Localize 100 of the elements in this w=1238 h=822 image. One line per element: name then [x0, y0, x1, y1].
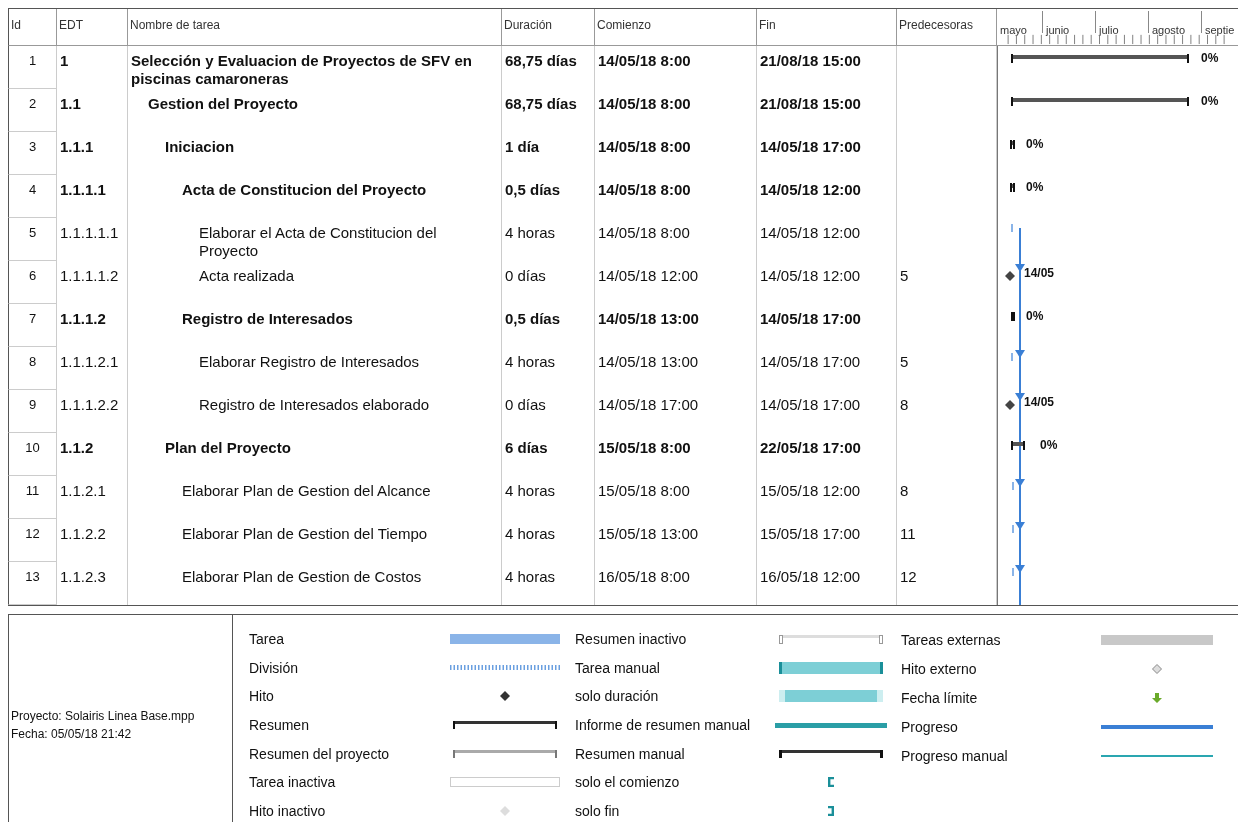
- start-date: 14/05/18 8:00: [598, 181, 691, 198]
- task-id: 10: [25, 440, 40, 455]
- start-date: 16/05/18 8:00: [598, 568, 690, 585]
- task-name: Iniciacion: [165, 138, 235, 156]
- start-date: 14/05/18 8:00: [598, 52, 691, 69]
- legend-label: Progreso manual: [901, 747, 1009, 764]
- finish-date: 21/08/18 15:00: [760, 95, 861, 112]
- wbs-code: 1.1.1.1: [60, 181, 106, 198]
- duration-value: 4 horas: [505, 353, 556, 370]
- wbs-code: 1.1.1: [60, 138, 94, 155]
- predecessor-id: 8: [900, 482, 909, 499]
- duration-value: 4 horas: [505, 568, 556, 585]
- predecessor-id: 5: [900, 353, 909, 370]
- wbs-code: 1.1.1.2.2: [60, 396, 119, 413]
- legend-label: solo fin: [575, 802, 621, 819]
- bar-label: 0%: [1026, 137, 1044, 151]
- wbs-code: 1.1.1.1.1: [60, 224, 119, 241]
- summary-bar: [1010, 140, 1015, 149]
- start-date: 14/05/18 8:00: [598, 138, 691, 155]
- task-name: Elaborar Plan de Gestion del Alcance: [182, 482, 431, 500]
- start-date: 15/05/18 8:00: [598, 482, 690, 499]
- task-id: 6: [28, 268, 37, 283]
- finish-date: 14/05/18 12:00: [760, 224, 861, 241]
- task-name: Elaborar Plan de Gestion del Tiempo: [182, 525, 428, 543]
- task-name: Gestion del Proyecto: [148, 95, 299, 113]
- column-header: Predecesoras: [899, 18, 974, 32]
- bar-label: 0%: [1026, 180, 1044, 194]
- column-header: Duración: [504, 18, 553, 32]
- bar-label: 0%: [1201, 51, 1219, 65]
- task-name: Acta realizada: [199, 267, 295, 285]
- wbs-code: 1.1.2.2: [60, 525, 106, 542]
- start-date: 15/05/18 13:00: [598, 525, 699, 542]
- legend-label: Hito externo: [901, 660, 978, 677]
- bar-label: 14/05: [1024, 395, 1055, 409]
- task-id: 12: [25, 526, 40, 541]
- project-name: Proyecto: Solairis Linea Base.mpp: [11, 708, 196, 725]
- task-name: Elaborar Plan de Gestion de Costos: [182, 568, 422, 586]
- finish-date: 21/08/18 15:00: [760, 52, 861, 69]
- finish-date: 15/05/18 12:00: [760, 482, 861, 499]
- legend-label: Hito: [249, 688, 275, 705]
- month-label: agosto: [1152, 24, 1186, 36]
- task-name: Elaborar Registro de Interesados: [199, 353, 420, 371]
- task-name: Elaborar el Acta de Constitucion del Proyecto: [199, 224, 438, 260]
- duration-value: 68,75 días: [505, 95, 577, 112]
- milestone-diamond: [1005, 271, 1015, 281]
- legend-label: Progreso: [901, 718, 959, 735]
- predecessor-id: 8: [900, 396, 909, 413]
- column-header: Fin: [759, 18, 776, 32]
- print-date: Fecha: 05/05/18 21:42: [11, 726, 133, 743]
- down-arrow-icon: [1151, 692, 1162, 703]
- finish-date: 14/05/18 17:00: [760, 310, 861, 327]
- finish-date: 14/05/18 12:00: [760, 181, 861, 198]
- column-header: EDT: [59, 18, 83, 32]
- duration-value: 1 día: [505, 138, 540, 155]
- milestone-diamond: [1005, 400, 1015, 410]
- task-name: Plan del Proyecto: [165, 439, 291, 457]
- column-header: Nombre de tarea: [130, 18, 221, 32]
- predecessor-id: 12: [900, 568, 917, 585]
- start-date: 14/05/18 17:00: [598, 396, 699, 413]
- bar-label: 0%: [1040, 438, 1058, 452]
- legend-label: División: [249, 659, 299, 676]
- legend-label: Tarea: [249, 631, 286, 648]
- duration-value: 4 horas: [505, 224, 556, 241]
- inactive-milestone-diamond: [499, 805, 510, 816]
- wbs-code: 1.1.2.1: [60, 482, 106, 499]
- task-id: 7: [28, 311, 37, 326]
- milestone-diamond: [499, 691, 510, 702]
- legend-label: Tarea inactiva: [249, 774, 337, 791]
- task-name: Registro de Interesados: [182, 310, 353, 328]
- wbs-code: 1: [60, 52, 69, 69]
- duration-value: 0 días: [505, 396, 546, 413]
- legend-label: Resumen inactivo: [575, 631, 688, 648]
- wbs-code: 1.1.2.3: [60, 568, 106, 585]
- legend-label: solo el comienzo: [575, 774, 681, 791]
- legend-label: Fecha límite: [901, 689, 979, 706]
- legend-label: Resumen del proyecto: [249, 745, 391, 762]
- summary-bar: [1011, 441, 1025, 450]
- finish-date: 14/05/18 17:00: [760, 353, 861, 370]
- column-header: Comienzo: [597, 18, 652, 32]
- task-name: Registro de Interesados elaborado: [199, 396, 430, 414]
- task-id: 4: [28, 182, 37, 197]
- month-label: julio: [1099, 24, 1119, 36]
- finish-date: 14/05/18 17:00: [760, 396, 861, 413]
- start-date: 14/05/18 8:00: [598, 95, 691, 112]
- task-id: 2: [28, 96, 37, 111]
- task-id: 13: [25, 569, 40, 584]
- legend-label: Tarea manual: [575, 659, 661, 676]
- task-id: 9: [28, 397, 37, 412]
- duration-value: 6 días: [505, 439, 548, 456]
- legend-label: Informe de resumen manual: [575, 717, 752, 733]
- wbs-code: 1.1.1.2: [60, 310, 106, 327]
- wbs-code: 1.1.1.1.2: [60, 267, 119, 284]
- duration-value: 4 horas: [505, 525, 556, 542]
- task-id: 11: [25, 483, 40, 498]
- summary-bar: [1010, 183, 1015, 192]
- month-label: mayo: [1000, 24, 1027, 36]
- legend-label: Resumen: [249, 717, 310, 733]
- finish-bracket-icon: [827, 805, 834, 816]
- task-name: Selección y Evaluacion de Proyectos de SFV en piscinas camaroneras: [131, 52, 473, 88]
- month-label: septie: [1205, 24, 1235, 36]
